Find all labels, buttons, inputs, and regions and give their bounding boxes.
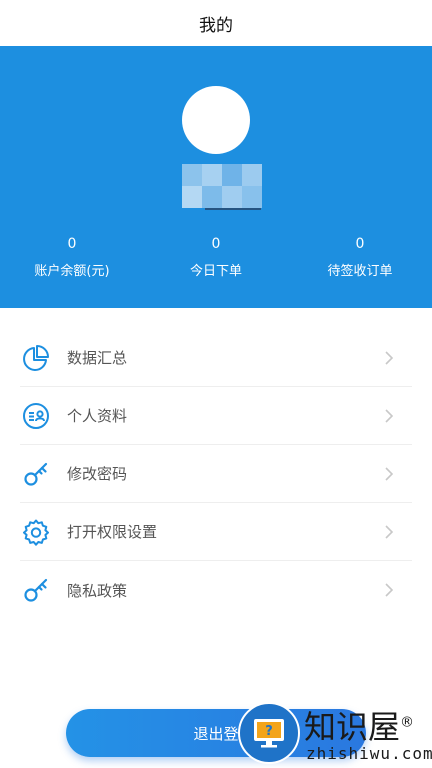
chevron-right-icon — [385, 583, 394, 597]
menu-item-label: 隐私政策 — [67, 581, 128, 600]
key-icon — [21, 459, 51, 489]
stat-today-orders[interactable]: 0 今日下单 — [144, 234, 288, 282]
menu-item-change-password[interactable]: 修改密码 — [20, 445, 412, 503]
watermark-title: 知识屋® — [304, 708, 415, 746]
stats-row: 0 账户余额(元) 0 今日下单 0 待签收订单 — [0, 234, 432, 282]
page-title: 我的 — [199, 15, 233, 36]
stat-balance[interactable]: 0 账户余额(元) — [0, 234, 144, 282]
stat-value: 0 — [355, 236, 365, 252]
menu-item-label: 打开权限设置 — [67, 523, 158, 541]
profile-card-icon — [21, 401, 51, 431]
stat-value: 0 — [67, 236, 77, 252]
pie-chart-icon — [21, 343, 51, 373]
menu-item-label: 修改密码 — [67, 465, 128, 483]
username-obscured — [182, 164, 262, 208]
avatar[interactable] — [182, 86, 250, 154]
profile-header: 0 账户余额(元) 0 今日下单 0 待签收订单 — [0, 46, 432, 308]
stat-label: 账户余额(元) — [34, 264, 110, 279]
menu-list: 数据汇总 个人资料 修改密码 打开权限设置 隐私政策 — [20, 329, 412, 619]
stat-pending-receipt[interactable]: 0 待签收订单 — [288, 234, 432, 282]
watermark-site: zhishiwu.com — [306, 744, 432, 763]
key-icon — [21, 575, 51, 605]
menu-item-permission-settings[interactable]: 打开权限设置 — [20, 503, 412, 561]
gear-icon — [21, 517, 51, 547]
watermark-logo-icon: ? — [238, 702, 300, 764]
menu-item-label: 个人资料 — [67, 407, 128, 425]
stat-label: 今日下单 — [189, 264, 242, 279]
menu-item-data-summary[interactable]: 数据汇总 — [20, 329, 412, 387]
top-bar: 我的 — [0, 0, 432, 46]
menu-item-privacy-policy[interactable]: 隐私政策 — [20, 561, 412, 619]
chevron-right-icon — [385, 467, 394, 481]
chevron-right-icon — [385, 525, 394, 539]
stat-value: 0 — [211, 236, 221, 252]
svg-text:?: ? — [265, 724, 273, 739]
watermark: ? 知识屋® zhishiwu.com — [232, 698, 432, 768]
stat-label: 待签收订单 — [327, 264, 393, 279]
chevron-right-icon — [385, 409, 394, 423]
menu-item-profile[interactable]: 个人资料 — [20, 387, 412, 445]
menu-item-label: 数据汇总 — [67, 349, 128, 367]
username-underline — [205, 208, 261, 210]
chevron-right-icon — [385, 351, 394, 365]
